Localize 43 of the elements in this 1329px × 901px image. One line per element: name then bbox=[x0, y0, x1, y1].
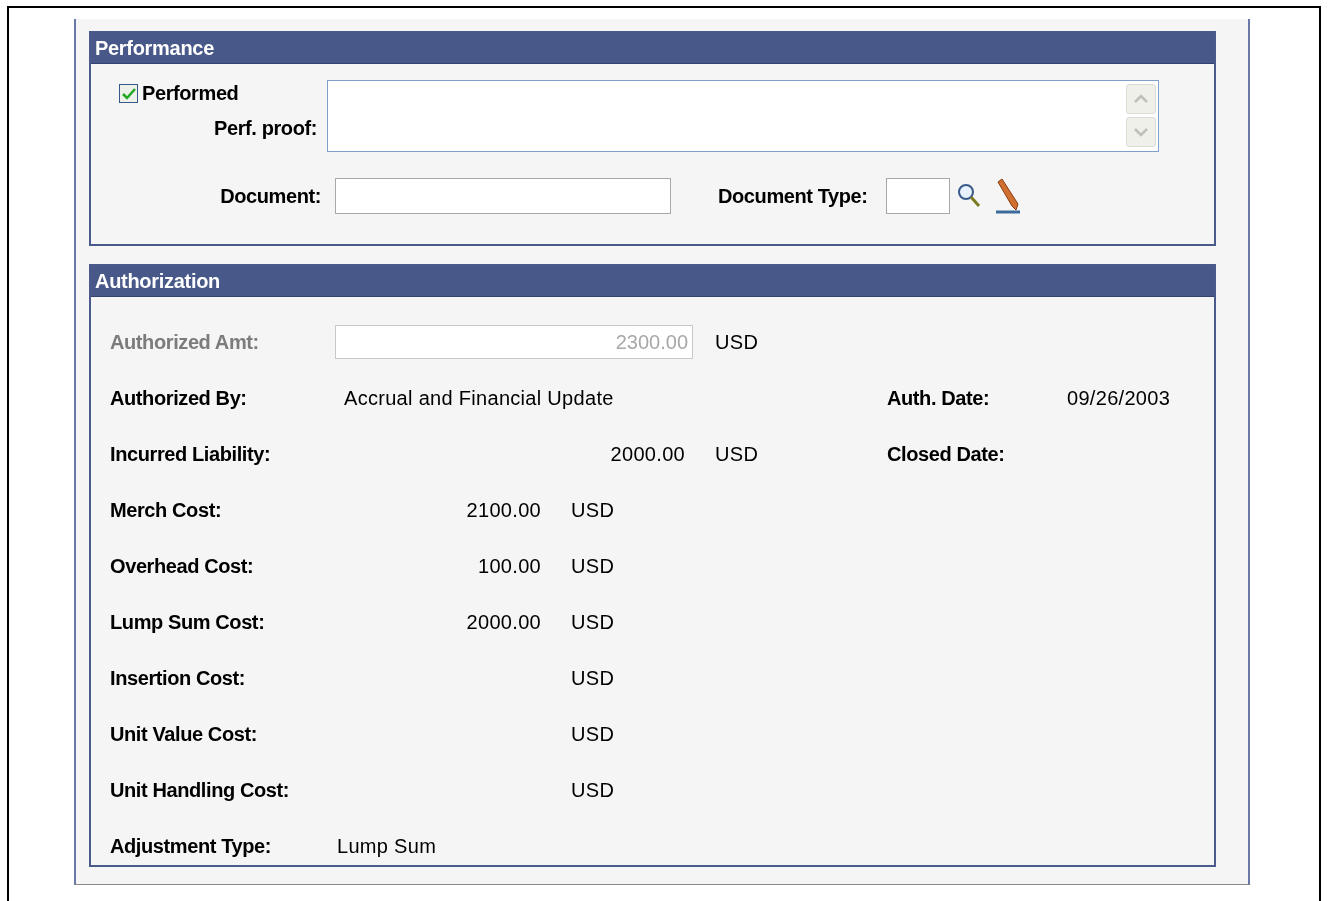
field-label: Perf. proof: bbox=[214, 117, 317, 139]
checkbox-label: Performed bbox=[142, 82, 239, 105]
text-area[interactable] bbox=[327, 80, 1159, 152]
field-label: Document: bbox=[220, 184, 321, 207]
checkbox[interactable] bbox=[119, 84, 138, 103]
currency-text: USD bbox=[571, 778, 615, 801]
amount-value: 2000.00 bbox=[466, 610, 541, 633]
currency-text: USD bbox=[571, 610, 615, 633]
chevron-down-icon bbox=[1133, 127, 1149, 137]
search-icon[interactable] bbox=[955, 182, 982, 210]
section-header: Performance bbox=[91, 33, 1214, 64]
date-value: 09/26/2003 bbox=[1067, 386, 1171, 410]
field-label: Document Type: bbox=[718, 184, 868, 207]
currency-text: USD bbox=[571, 722, 615, 745]
currency-text: USD bbox=[571, 666, 615, 689]
scroll-down-button[interactable] bbox=[1126, 117, 1156, 147]
field-label: Unit Handling Cost: bbox=[110, 778, 290, 801]
amount-value: 2000.00 bbox=[610, 442, 685, 465]
section-header: Authorization bbox=[91, 266, 1214, 297]
field-label: Overhead Cost: bbox=[110, 554, 254, 577]
field-label: Insertion Cost: bbox=[110, 666, 246, 689]
amount-value: 100.00 bbox=[478, 554, 541, 577]
scroll-up-button[interactable] bbox=[1126, 84, 1156, 114]
field-value: Lump Sum bbox=[337, 834, 437, 857]
field-label: Auth. Date: bbox=[887, 386, 990, 409]
field-label: Closed Date: bbox=[887, 442, 1005, 465]
field-label: Lump Sum Cost: bbox=[110, 610, 265, 633]
field-label: Unit Value Cost: bbox=[110, 722, 257, 745]
currency-text: USD bbox=[571, 498, 615, 521]
field-label: Authorized By: bbox=[110, 386, 247, 409]
field-label: Incurred Liability: bbox=[110, 442, 271, 465]
currency-text: USD bbox=[571, 554, 615, 577]
field-value: Accrual and Financial Update bbox=[344, 386, 614, 409]
field-label: Merch Cost: bbox=[110, 498, 222, 521]
currency-text: USD bbox=[715, 442, 759, 465]
currency-text: USD bbox=[715, 330, 759, 353]
check-icon bbox=[121, 87, 136, 100]
field-label: Adjustment Type: bbox=[110, 834, 271, 857]
chevron-up-icon bbox=[1133, 94, 1149, 104]
document-type-field[interactable] bbox=[885, 178, 950, 214]
document-field[interactable] bbox=[335, 178, 671, 214]
amount-value: 2100.00 bbox=[466, 498, 541, 521]
field-label: Authorized Amt: bbox=[110, 330, 259, 353]
